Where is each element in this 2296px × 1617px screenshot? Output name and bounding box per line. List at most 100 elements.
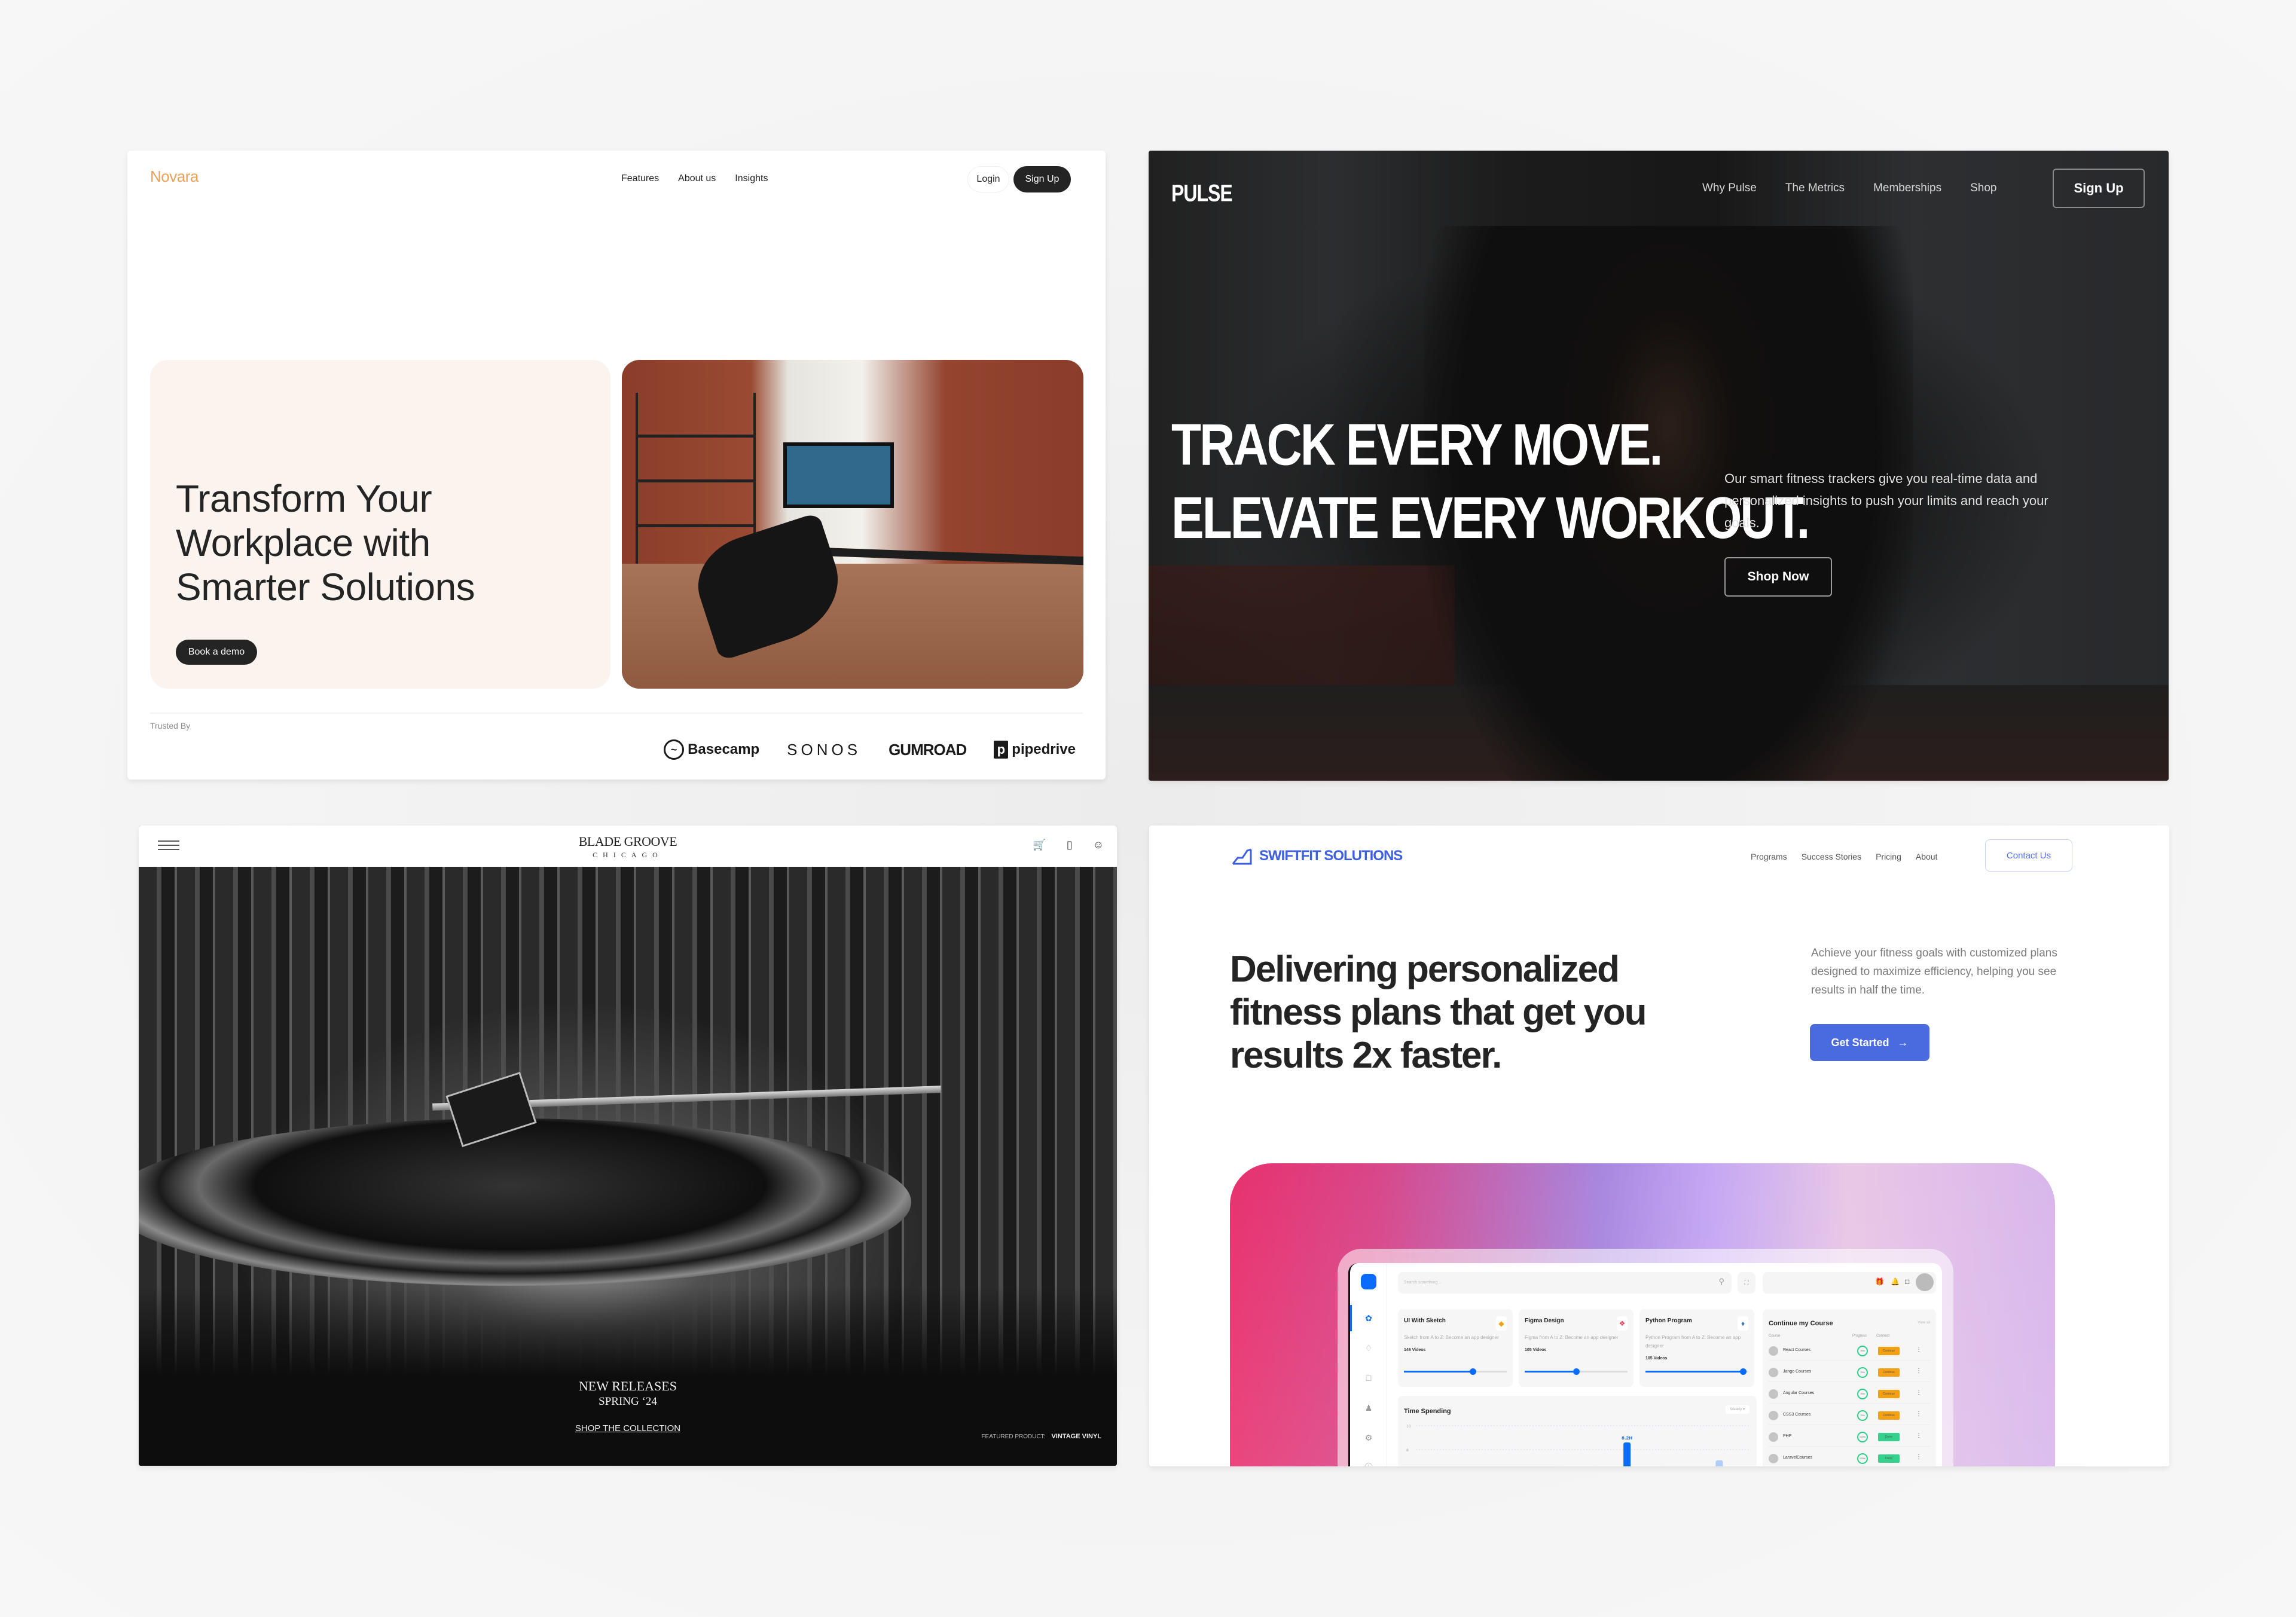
nav-why-pulse[interactable]: Why Pulse bbox=[1702, 182, 1757, 195]
header-icons: 🛒 ▯ ☺ bbox=[1033, 839, 1104, 851]
view-all-link[interactable]: View all bbox=[1918, 1321, 1930, 1325]
course-progress-slider[interactable] bbox=[1525, 1368, 1628, 1375]
signup-button[interactable]: Sign Up bbox=[1013, 166, 1071, 192]
basecamp-text: Basecamp bbox=[688, 741, 760, 757]
nav-insights[interactable]: Insights bbox=[735, 173, 768, 184]
col-course: Course bbox=[1769, 1334, 1781, 1338]
cart-icon[interactable]: 🛒 bbox=[1033, 839, 1046, 851]
course-row: CSS3 Courses 75% Continue ⋮ bbox=[1769, 1408, 1930, 1425]
shop-now-button[interactable]: Shop Now bbox=[1724, 557, 1832, 597]
gumroad-logo: GUMROAD bbox=[889, 740, 967, 759]
course-progress-slider[interactable] bbox=[1404, 1368, 1507, 1375]
get-started-button[interactable]: Get Started → bbox=[1810, 1024, 1929, 1061]
headline-line: Transform Your bbox=[176, 477, 432, 520]
course-avatar bbox=[1769, 1454, 1778, 1463]
users-icon[interactable]: ♟ bbox=[1364, 1403, 1373, 1413]
message-icon[interactable]: □ bbox=[1905, 1277, 1909, 1286]
nav-features[interactable]: Features bbox=[621, 173, 659, 184]
slider-knob[interactable] bbox=[1470, 1368, 1477, 1375]
layers-icon[interactable]: ♢ bbox=[1364, 1343, 1373, 1353]
chat-icon[interactable]: □ bbox=[1364, 1373, 1373, 1383]
course-description: Sketch from A to Z: Become an app design… bbox=[1404, 1335, 1499, 1340]
continue-button[interactable]: Continue bbox=[1878, 1411, 1900, 1420]
contact-us-button[interactable]: Contact Us bbox=[1985, 839, 2072, 872]
course-description: Python Program from A to Z: Become an ap… bbox=[1645, 1335, 1741, 1349]
sketch-icon: ◆ bbox=[1496, 1316, 1507, 1331]
platter-shape bbox=[139, 1118, 912, 1286]
get-started-label: Get Started bbox=[1831, 1036, 1889, 1049]
gift-icon[interactable]: 🎁 bbox=[1875, 1277, 1884, 1286]
bar[interactable] bbox=[1623, 1442, 1631, 1466]
time-spending-chart: 468108.2H bbox=[1406, 1425, 1751, 1466]
continue-button[interactable]: Continue bbox=[1878, 1347, 1900, 1355]
nav-shop[interactable]: Shop bbox=[1970, 182, 1996, 195]
gear-icon[interactable]: ⚙ bbox=[1364, 1433, 1373, 1442]
pulse-logo[interactable]: PULSE bbox=[1171, 179, 1233, 207]
course-row: Jango Courses 75% Continue ⋮ bbox=[1769, 1365, 1930, 1382]
course-avatar bbox=[1769, 1368, 1778, 1377]
avatar[interactable] bbox=[1916, 1273, 1934, 1291]
swiftfit-logo[interactable]: SWIFTFIT SOLUTIONS bbox=[1232, 847, 1403, 865]
turntable-photo bbox=[139, 867, 1117, 1466]
course-description: Figma from A to Z: Become an app designe… bbox=[1525, 1335, 1619, 1340]
more-options-icon[interactable]: ⋮ bbox=[1916, 1454, 1922, 1460]
course-name: PHP bbox=[1783, 1434, 1792, 1438]
search-icon[interactable]: ⚲ bbox=[1718, 1277, 1724, 1286]
more-options-icon[interactable]: ⋮ bbox=[1916, 1411, 1922, 1417]
nav-the-metrics[interactable]: The Metrics bbox=[1785, 182, 1845, 195]
sonos-logo: SONOS bbox=[787, 740, 862, 759]
more-options-icon[interactable]: ⋮ bbox=[1916, 1346, 1922, 1353]
user-icon[interactable]: ☺ bbox=[1093, 839, 1104, 851]
chart-up-icon bbox=[1232, 848, 1252, 865]
nav-about[interactable]: About bbox=[1916, 852, 1938, 861]
bell-icon[interactable]: 🔔 bbox=[1891, 1277, 1900, 1286]
info-icon[interactable]: ⓘ bbox=[1364, 1463, 1373, 1466]
scan-icon[interactable]: ⛶ bbox=[1738, 1272, 1755, 1294]
shop-collection-text[interactable]: SHOP THE COLLECTION bbox=[575, 1423, 680, 1433]
bar[interactable] bbox=[1715, 1460, 1723, 1466]
nav-success-stories[interactable]: Success Stories bbox=[1802, 852, 1861, 861]
continue-button[interactable]: Continue bbox=[1878, 1368, 1900, 1377]
dashboard-search-input[interactable]: Search something... ⚲ bbox=[1398, 1272, 1732, 1294]
bookmark-icon[interactable]: ▯ bbox=[1067, 839, 1073, 851]
globe-icon[interactable]: ✿ bbox=[1364, 1313, 1373, 1323]
blade-groove-site-preview: BLADE GROOVE CHICAGO 🛒 ▯ ☺ NEW RELEASES … bbox=[139, 826, 1117, 1466]
continue-button[interactable]: Continue bbox=[1878, 1390, 1900, 1398]
col-progress: Progress bbox=[1852, 1334, 1867, 1338]
pulse-headline: TRACK EVERY MOVE. ELEVATE EVERY WORKOUT. bbox=[1171, 409, 1810, 555]
nav-memberships[interactable]: Memberships bbox=[1873, 182, 1941, 195]
novara-logo[interactable]: Novara bbox=[150, 167, 199, 186]
period-select[interactable]: Weekly ▾ bbox=[1726, 1405, 1750, 1414]
done-button[interactable]: Done bbox=[1878, 1433, 1900, 1441]
pipedrive-logo: p pipedrive bbox=[994, 741, 1076, 759]
swift-description: Achieve your fitness goals with customiz… bbox=[1811, 947, 2057, 997]
more-options-icon[interactable]: ⋮ bbox=[1916, 1389, 1922, 1396]
course-card[interactable]: UI With Sketch ◆ Sketch from A to Z: Becom… bbox=[1398, 1309, 1513, 1387]
nav-about-us[interactable]: About us bbox=[678, 173, 716, 184]
arrow-right-icon: → bbox=[1897, 1036, 1909, 1049]
slider-knob[interactable] bbox=[1573, 1368, 1580, 1375]
featured-label: FEATURED PRODUCT: bbox=[981, 1433, 1046, 1440]
login-button[interactable]: Login bbox=[967, 166, 1009, 192]
done-button[interactable]: Done bbox=[1878, 1454, 1900, 1463]
pulse-signup-button[interactable]: Sign Up bbox=[2053, 169, 2145, 208]
course-row: LaravelCourses 100% Done ⋮ bbox=[1769, 1451, 1930, 1466]
slider-knob[interactable] bbox=[1740, 1368, 1747, 1375]
book-demo-button[interactable]: Book a demo bbox=[176, 640, 257, 665]
headline-line: Workplace with bbox=[176, 521, 430, 564]
course-card[interactable]: Figma Design ❖ Figma from A to Z: Become a… bbox=[1519, 1309, 1634, 1387]
course-name: LaravelCourses bbox=[1783, 1456, 1813, 1460]
dashboard-top-actions: 🎁 🔔 □ bbox=[1763, 1272, 1936, 1294]
new-releases-text: NEW RELEASES SPRING ‘24 bbox=[139, 1378, 1117, 1410]
hero-headline: Transform Your Workplace with Smarter So… bbox=[176, 476, 475, 609]
nav-pricing[interactable]: Pricing bbox=[1876, 852, 1901, 861]
more-options-icon[interactable]: ⋮ bbox=[1916, 1432, 1922, 1439]
nav-programs[interactable]: Programs bbox=[1751, 852, 1787, 861]
course-card[interactable]: Python Program ♦ Python Program from A to … bbox=[1639, 1309, 1754, 1387]
more-options-icon[interactable]: ⋮ bbox=[1916, 1368, 1922, 1374]
brand-name[interactable]: BLADE GROOVE bbox=[139, 834, 1117, 849]
slider-fill bbox=[1645, 1371, 1744, 1373]
shop-collection-link[interactable]: SHOP THE COLLECTION bbox=[139, 1423, 1117, 1433]
pipedrive-icon: p bbox=[994, 741, 1009, 759]
course-progress-slider[interactable] bbox=[1645, 1368, 1748, 1375]
